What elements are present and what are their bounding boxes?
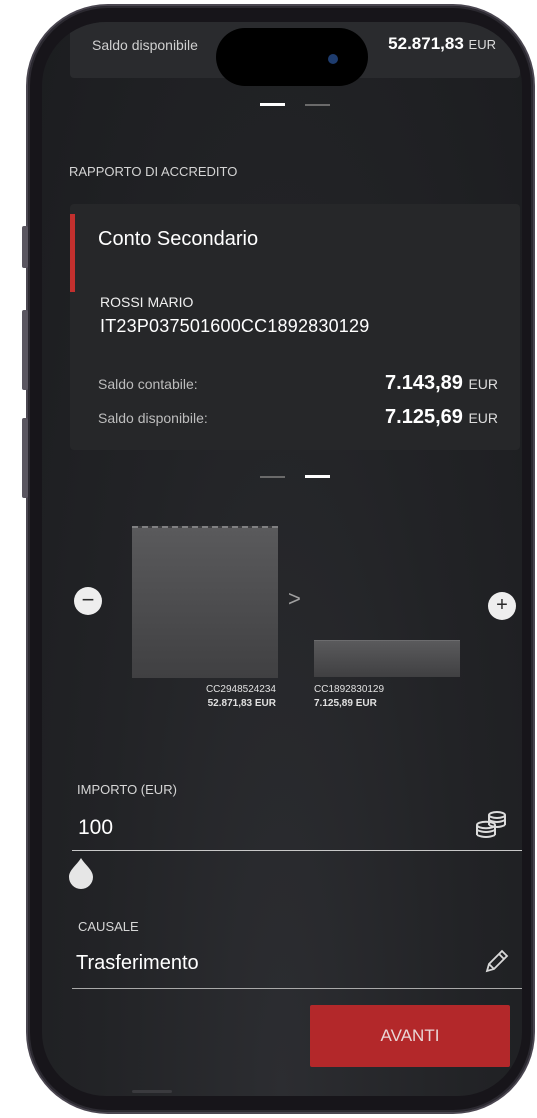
source-account-amount: 52.871,83 EUR <box>207 698 276 709</box>
dynamic-island <box>216 28 368 86</box>
section-title: RAPPORTO DI ACCREDITO <box>69 164 238 179</box>
available-amount: 7.125,69 EUR <box>385 406 498 429</box>
available-label: Saldo disponibile: <box>98 410 208 426</box>
amount-slider-handle[interactable] <box>66 856 96 895</box>
top-card-amount-value: 52.871,83 <box>388 34 464 53</box>
top-card-label: Saldo disponibile <box>92 37 198 53</box>
reason-input[interactable]: Trasferimento <box>76 952 456 975</box>
source-account-number: CC2948524234 <box>205 684 276 695</box>
destination-balance-bar <box>314 640 460 677</box>
silent-switch <box>22 226 28 268</box>
coins-icon[interactable] <box>474 810 508 845</box>
available-currency: EUR <box>468 410 498 426</box>
camera-lens <box>328 54 338 64</box>
reason-label: CAUSALE <box>78 919 139 934</box>
account-iban: IT23P037501600CC1892830129 <box>100 316 370 336</box>
pencil-icon[interactable] <box>482 948 510 981</box>
source-balance-bar <box>132 526 278 678</box>
balance-amount: 7.143,89 EUR <box>385 372 498 395</box>
amount-label: IMPORTO (EUR) <box>77 782 177 797</box>
destination-account-number: CC1892830129 <box>314 684 385 695</box>
destination-account-amount: 7.125,89 EUR <box>314 698 377 709</box>
volume-down-button <box>22 418 28 498</box>
amount-input[interactable]: 100 <box>78 816 458 840</box>
balance-value: 7.143,89 <box>385 372 463 394</box>
balance-currency: EUR <box>468 376 498 392</box>
transfer-arrow: > <box>288 586 301 611</box>
top-card-currency: EUR <box>468 37 496 52</box>
top-card-amount: 52.871,83 EUR <box>388 34 496 54</box>
page-indicator-inactive[interactable] <box>260 476 285 478</box>
account-holder: ROSSI MARIO <box>100 294 194 310</box>
page-indicator-inactive[interactable] <box>305 104 330 106</box>
amount-input-underline <box>72 850 522 851</box>
increase-button[interactable]: + <box>488 592 516 620</box>
volume-up-button <box>22 310 28 390</box>
destination-account-card[interactable]: Conto Secondario ROSSI MARIO IT23P037501… <box>70 204 520 450</box>
available-value: 7.125,69 <box>385 406 463 428</box>
account-name: Conto Secondario <box>98 228 259 250</box>
home-indicator <box>132 1090 172 1093</box>
page-indicator-active[interactable] <box>305 475 330 478</box>
decrease-button[interactable]: − <box>74 587 102 615</box>
page-indicator-active[interactable] <box>260 103 285 106</box>
next-button[interactable]: AVANTI <box>310 1005 510 1067</box>
balance-label: Saldo contabile: <box>98 376 198 392</box>
selected-indicator <box>70 214 75 292</box>
reason-input-underline <box>72 988 522 989</box>
app-screen: Saldo disponibile 52.871,83 EUR RAPPORTO… <box>42 22 522 1096</box>
